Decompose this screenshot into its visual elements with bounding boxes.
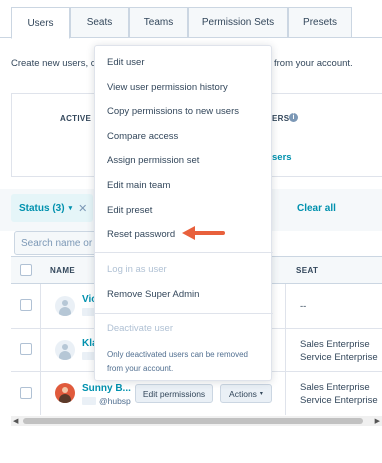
tab-users[interactable]: Users (11, 7, 70, 39)
user-email-redacted (82, 397, 96, 405)
tab-teams[interactable]: Teams (129, 7, 188, 38)
edit-permissions-button[interactable]: Edit permissions (135, 384, 213, 403)
scrollbar-thumb[interactable] (23, 418, 363, 424)
edit-permissions-label: Edit permissions (142, 388, 206, 399)
deactivate-note-line-1: Only deactivated users can be removed (107, 350, 248, 359)
avatar (55, 296, 75, 316)
column-header-name[interactable]: NAME (50, 266, 75, 275)
menu-item-edit-preset[interactable]: Edit preset (107, 205, 152, 216)
seat-line-2: Service Enterprise (300, 352, 378, 363)
deactivate-note-line-2: from your account. (107, 364, 174, 373)
deactivate-note: Only deactivated users can be removed fr… (107, 348, 267, 376)
menu-divider (95, 313, 273, 314)
seat-line-1: Sales Enterprise (300, 382, 370, 393)
menu-item-edit-user[interactable]: Edit user (107, 57, 145, 68)
intro-text-right: from your account. (274, 58, 353, 69)
info-icon[interactable]: i (289, 113, 298, 122)
actions-label: Actions (229, 388, 257, 399)
actions-dropdown-menu: Edit user View user permission history C… (94, 45, 273, 381)
search-input[interactable]: Search name or (14, 231, 104, 255)
column-divider (40, 284, 41, 415)
menu-item-edit-main-team[interactable]: Edit main team (107, 180, 170, 191)
user-email: @hubsp (99, 396, 131, 406)
users-link[interactable]: sers (272, 152, 292, 163)
menu-item-log-in-as-user: Log in as user (107, 264, 167, 275)
avatar (55, 340, 75, 360)
menu-item-assign-permission-set[interactable]: Assign permission set (107, 155, 199, 166)
tab-seats[interactable]: Seats (70, 7, 129, 38)
user-name[interactable]: Sunny B... (82, 383, 131, 394)
seat-line-2: Service Enterprise (300, 395, 378, 406)
seat-line-1: Sales Enterprise (300, 339, 370, 350)
menu-divider (95, 252, 273, 253)
actions-button[interactable]: Actions ▾ (220, 384, 272, 403)
tab-seats-label: Seats (86, 17, 113, 28)
chevron-down-icon: ▾ (68, 205, 73, 212)
row-checkbox[interactable] (20, 387, 32, 399)
tab-presets-label: Presets (303, 17, 337, 28)
arrow-pointer-icon (182, 226, 225, 240)
menu-item-reset-password[interactable]: Reset password (107, 229, 175, 240)
seat-value: Sales Enterprise Service Enterprise (300, 338, 378, 364)
tab-teams-label: Teams (143, 17, 174, 28)
seat-value: Sales Enterprise Service Enterprise (300, 381, 378, 407)
tab-presets[interactable]: Presets (288, 7, 352, 38)
search-placeholder: Search name or (21, 237, 93, 249)
select-all-checkbox[interactable] (20, 264, 32, 276)
menu-item-remove-super-admin[interactable]: Remove Super Admin (107, 289, 199, 300)
scroll-left-icon[interactable]: ◀ (13, 417, 18, 425)
seat-value: -- (300, 301, 307, 312)
scroll-right-icon[interactable]: ▶ (375, 417, 380, 425)
tab-permission-sets[interactable]: Permission Sets (188, 7, 288, 38)
intro-text-left: Create new users, cu (11, 58, 101, 69)
column-divider (285, 284, 286, 415)
tab-permission-sets-label: Permission Sets (201, 17, 275, 28)
stat-label-right: ERS (272, 114, 290, 123)
row-checkbox[interactable] (20, 299, 32, 311)
clear-all-link[interactable]: Clear all (297, 203, 336, 214)
horizontal-scrollbar[interactable]: ◀ ▶ (11, 416, 382, 426)
status-filter-chip[interactable]: Status (3) ▾ ✕ (11, 194, 93, 222)
column-header-seat[interactable]: SEAT (296, 266, 318, 275)
menu-item-deactivate-user: Deactivate user (107, 323, 174, 334)
chevron-down-icon: ▾ (259, 391, 263, 397)
status-filter-label: Status (3) (19, 202, 65, 214)
menu-item-copy-permissions[interactable]: Copy permissions to new users (107, 106, 239, 117)
avatar (55, 383, 75, 403)
menu-item-compare-access[interactable]: Compare access (107, 131, 178, 142)
tab-users-label: Users (27, 17, 54, 29)
row-checkbox[interactable] (20, 343, 32, 355)
menu-item-view-permission-history[interactable]: View user permission history (107, 82, 228, 93)
close-icon[interactable]: ✕ (78, 202, 87, 215)
